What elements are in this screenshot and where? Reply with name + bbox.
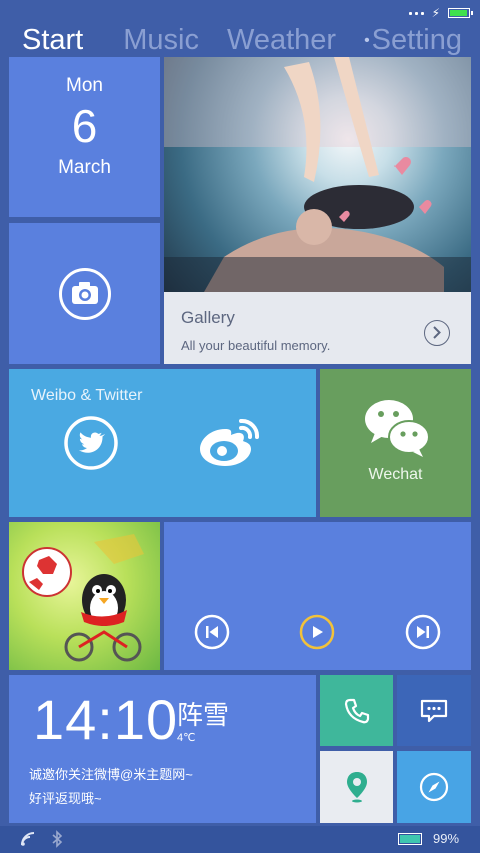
battery-icon	[448, 8, 473, 18]
temperature: 4℃	[177, 732, 196, 744]
battery-icon	[398, 833, 422, 845]
camera-tile[interactable]	[9, 223, 160, 364]
calendar-tile[interactable]: Mon 6 March	[9, 57, 160, 217]
message-line-1: 诚邀你关注微博@米主题网~	[29, 767, 193, 782]
camera-icon	[58, 267, 111, 320]
next-icon[interactable]	[405, 614, 441, 650]
previous-icon[interactable]	[194, 614, 230, 650]
chevron-right-icon[interactable]	[424, 320, 450, 346]
gallery-title: Gallery	[181, 308, 235, 327]
photo-illustration	[164, 57, 471, 292]
play-icon[interactable]	[299, 614, 335, 650]
qq-tile[interactable]	[9, 522, 160, 670]
tab-weather[interactable]: Weather	[227, 24, 336, 57]
gallery-photo	[164, 57, 471, 292]
gallery-tile[interactable]: Gallery All your beautiful memory.	[164, 57, 471, 364]
clock-weather-tile[interactable]: 14:10 阵雪 4℃ 诚邀你关注微博@米主题网~ 好评返现哦~	[9, 675, 316, 823]
day-number: 6	[71, 100, 98, 152]
message-line-2: 好评返现哦~	[29, 791, 102, 806]
wechat-label: Wechat	[368, 466, 423, 483]
compass-tile[interactable]	[397, 751, 471, 823]
music-player-tile	[164, 522, 471, 670]
phone-icon	[344, 698, 369, 723]
tab-start[interactable]: Start	[22, 24, 83, 57]
tab-bar: Start Music Weather •Setting	[22, 20, 472, 60]
maps-tile[interactable]	[320, 751, 393, 823]
bullet-icon: •	[364, 31, 370, 49]
wechat-tile[interactable]: Wechat	[320, 369, 471, 517]
charging-icon: ⚡	[431, 6, 440, 20]
wifi-icon	[21, 832, 35, 846]
messages-tile[interactable]	[397, 675, 471, 746]
wechat-icon	[365, 400, 430, 457]
twitter-icon[interactable]	[63, 415, 119, 471]
tab-setting-label: Setting	[371, 23, 462, 56]
tab-music[interactable]: Music	[123, 24, 199, 57]
weibo-twitter-tile[interactable]: Weibo & Twitter	[9, 369, 316, 517]
compass-icon	[419, 772, 449, 802]
weekday: Mon	[66, 75, 103, 96]
bluetooth-icon	[52, 830, 63, 848]
social-title: Weibo & Twitter	[31, 387, 143, 404]
status-bar: ⚡	[408, 6, 473, 20]
month: March	[58, 157, 111, 178]
message-icon	[420, 699, 448, 722]
phone-tile[interactable]	[320, 675, 393, 746]
weibo-icon[interactable]	[197, 413, 263, 471]
clock-time: 14:10	[33, 688, 179, 751]
weather-condition: 阵雪	[177, 700, 230, 730]
gallery-subtitle: All your beautiful memory.	[181, 338, 331, 353]
tab-setting[interactable]: •Setting	[364, 24, 462, 57]
battery-percent: 99%	[433, 831, 460, 846]
signal-icon	[408, 11, 424, 15]
qq-penguin-illustration	[22, 534, 144, 662]
bottom-status-bar: 99%	[0, 826, 480, 853]
map-pin-icon	[346, 772, 367, 803]
